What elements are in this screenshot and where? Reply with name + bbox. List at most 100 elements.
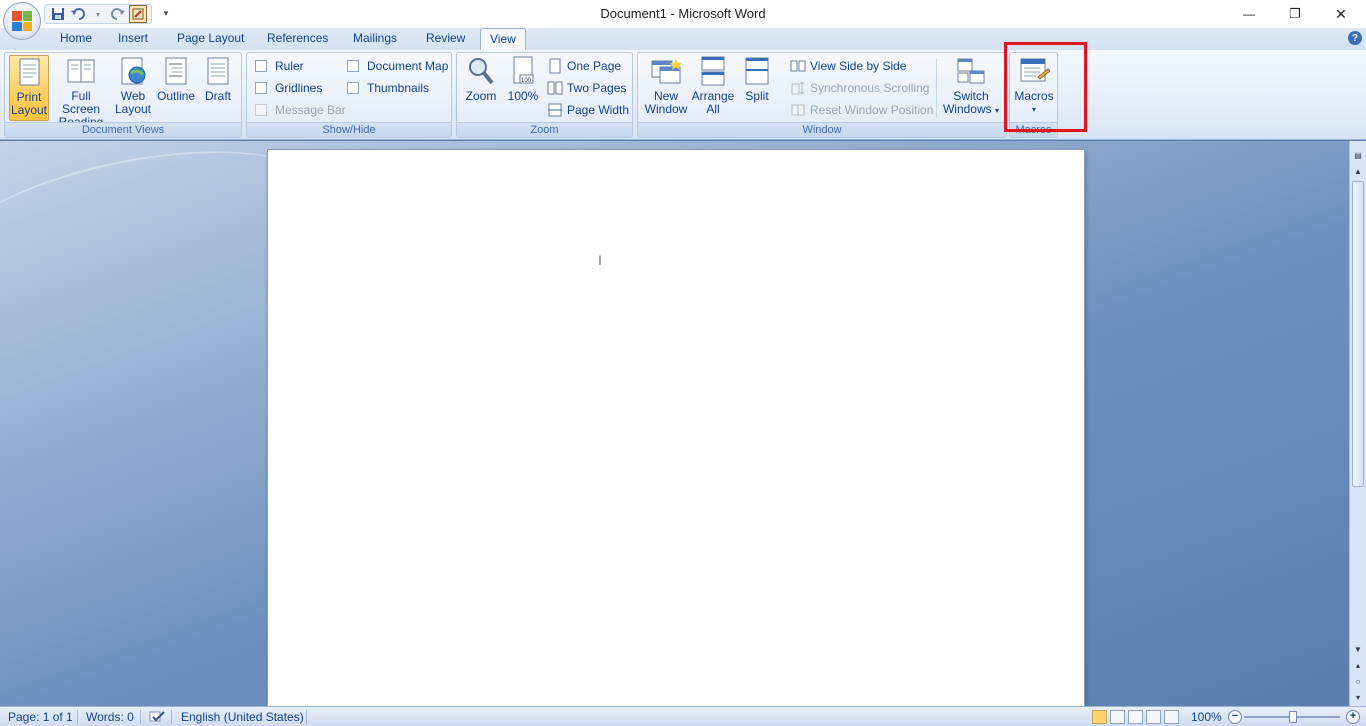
status-web-layout-icon[interactable] bbox=[1128, 710, 1143, 724]
one-page-icon bbox=[547, 58, 563, 74]
tab-review[interactable]: Review bbox=[417, 28, 474, 50]
tab-page-layout[interactable]: Page Layout bbox=[168, 28, 253, 50]
status-outline-icon[interactable] bbox=[1146, 710, 1161, 724]
full-screen-reading-icon bbox=[65, 55, 97, 87]
office-button[interactable] bbox=[3, 2, 41, 40]
document-map-check[interactable] bbox=[347, 60, 359, 72]
full-screen-reading-button[interactable]: Full Screen Reading bbox=[51, 55, 111, 129]
help-icon[interactable]: ? bbox=[1348, 31, 1362, 45]
page-count[interactable]: Page: 1 of 1 bbox=[8, 710, 73, 724]
outline-button[interactable]: Outline bbox=[155, 55, 197, 121]
tab-references[interactable]: References bbox=[258, 28, 337, 50]
message-bar-check[interactable] bbox=[255, 104, 267, 116]
page-width-icon bbox=[547, 102, 563, 118]
gridlines-check[interactable] bbox=[255, 82, 267, 94]
macros-highlight-box bbox=[1004, 42, 1087, 132]
divider bbox=[936, 59, 937, 117]
draft-button[interactable]: Draft bbox=[199, 55, 237, 121]
zoom-in-icon[interactable]: + bbox=[1346, 710, 1360, 724]
zoom-100-button[interactable]: 100 100% bbox=[503, 55, 543, 121]
synchronous-scrolling-button[interactable]: Synchronous Scrolling bbox=[790, 79, 929, 97]
new-window-label-2: Window bbox=[644, 102, 688, 116]
tab-home[interactable]: Home bbox=[51, 28, 101, 50]
tab-view[interactable]: View bbox=[480, 28, 526, 50]
thumbnails-checkbox[interactable]: Thumbnails bbox=[347, 79, 429, 97]
status-full-screen-icon[interactable] bbox=[1110, 710, 1125, 724]
group-show-hide: Ruler Gridlines Message Bar Document Map… bbox=[246, 52, 452, 138]
hundred-percent-icon: 100 bbox=[507, 55, 539, 87]
status-print-layout-icon[interactable] bbox=[1092, 710, 1107, 724]
next-page-icon[interactable]: ▾ bbox=[1351, 689, 1365, 705]
arrange-all-button[interactable]: Arrange All bbox=[690, 55, 736, 121]
zoom-out-icon[interactable]: − bbox=[1228, 710, 1242, 724]
arrange-all-label-2: All bbox=[706, 102, 720, 116]
document-map-checkbox[interactable]: Document Map bbox=[347, 57, 448, 75]
scroll-thumb[interactable] bbox=[1352, 181, 1364, 487]
two-pages-button[interactable]: Two Pages bbox=[547, 79, 626, 97]
scroll-up-icon[interactable]: ▲ bbox=[1351, 163, 1365, 179]
split-button[interactable]: Split bbox=[738, 55, 776, 121]
proofing-icon[interactable] bbox=[148, 710, 166, 726]
ribbon: Print Layout Full Screen Reading Web Lay… bbox=[0, 50, 1366, 140]
page-width-button[interactable]: Page Width bbox=[547, 101, 629, 119]
two-pages-label: Two Pages bbox=[567, 81, 627, 95]
split-label: Split bbox=[745, 89, 769, 103]
gridlines-label: Gridlines bbox=[275, 81, 323, 95]
close-button[interactable]: ✕ bbox=[1318, 0, 1364, 28]
tab-insert[interactable]: Insert bbox=[109, 28, 157, 50]
ribbon-tabs: Home Insert Page Layout References Maili… bbox=[0, 28, 1366, 50]
print-layout-button[interactable]: Print Layout bbox=[9, 55, 49, 121]
thumbnails-check[interactable] bbox=[347, 82, 359, 94]
two-pages-icon bbox=[547, 80, 563, 96]
status-bar: Page: 1 of 1 Words: 0 English (United St… bbox=[0, 706, 1366, 726]
divider bbox=[306, 710, 307, 724]
title-bar: ▾ ▾ Document1 - Microsoft Word — ❐ ✕ bbox=[0, 0, 1366, 28]
one-page-button[interactable]: One Page bbox=[547, 57, 621, 75]
magnifier-icon bbox=[465, 55, 497, 87]
language[interactable]: English (United States) bbox=[181, 710, 304, 724]
print-layout-icon bbox=[13, 56, 45, 88]
web-layout-button[interactable]: Web Layout bbox=[113, 55, 153, 121]
switch-windows-button[interactable]: Switch Windows ▾ bbox=[940, 55, 1002, 121]
word-count[interactable]: Words: 0 bbox=[86, 710, 134, 724]
draft-icon bbox=[202, 55, 234, 87]
restore-icon: ❐ bbox=[1289, 6, 1301, 21]
zoom-level[interactable]: 100% bbox=[1191, 710, 1222, 724]
tab-mailings[interactable]: Mailings bbox=[344, 28, 406, 50]
previous-page-icon[interactable]: ▴ bbox=[1351, 657, 1365, 673]
zoom-button[interactable]: Zoom bbox=[461, 55, 501, 121]
group-zoom: Zoom 100 100% One Page Two Pages Page Wi… bbox=[456, 52, 633, 138]
document-page[interactable]: I bbox=[267, 149, 1085, 706]
ruler-check[interactable] bbox=[255, 60, 267, 72]
window-title: Document1 - Microsoft Word bbox=[600, 6, 766, 21]
chevron-down-icon: ▾ bbox=[995, 106, 1000, 115]
minimize-button[interactable]: — bbox=[1226, 0, 1272, 28]
synchronous-scrolling-label: Synchronous Scrolling bbox=[810, 81, 930, 95]
reset-position-icon bbox=[790, 102, 806, 118]
zoom-slider-knob[interactable] bbox=[1289, 711, 1297, 723]
select-browse-object-icon[interactable]: ○ bbox=[1351, 673, 1365, 689]
switch-windows-icon bbox=[955, 55, 987, 87]
gridlines-checkbox[interactable]: Gridlines bbox=[255, 79, 322, 97]
side-by-side-icon bbox=[790, 58, 806, 74]
draft-label: Draft bbox=[204, 89, 231, 103]
text-cursor-icon: I bbox=[598, 252, 602, 268]
document-map-label: Document Map bbox=[367, 59, 449, 73]
view-side-by-side-button[interactable]: View Side by Side bbox=[790, 57, 907, 75]
new-window-button[interactable]: New Window bbox=[642, 55, 690, 121]
group-window: New Window Arrange All Split View Side b… bbox=[637, 52, 1007, 138]
scroll-down-icon[interactable]: ▼ bbox=[1351, 641, 1365, 657]
reset-window-position-label: Reset Window Position bbox=[810, 103, 934, 117]
status-draft-icon[interactable] bbox=[1164, 710, 1179, 724]
group-label-zoom: Zoom bbox=[457, 122, 632, 137]
outline-icon bbox=[160, 55, 192, 87]
view-ruler-icon[interactable]: ▤ bbox=[1351, 147, 1365, 163]
reset-window-position-button[interactable]: Reset Window Position bbox=[790, 101, 933, 119]
divider bbox=[140, 710, 141, 724]
group-label-show-hide: Show/Hide bbox=[247, 122, 451, 137]
restore-button[interactable]: ❐ bbox=[1272, 0, 1318, 28]
svg-text:100: 100 bbox=[521, 78, 532, 84]
ruler-checkbox[interactable]: Ruler bbox=[255, 57, 304, 75]
vertical-scrollbar[interactable]: ▤ ▲ ▼ ▴ ○ ▾ bbox=[1349, 141, 1366, 706]
message-bar-checkbox[interactable]: Message Bar bbox=[255, 101, 346, 119]
